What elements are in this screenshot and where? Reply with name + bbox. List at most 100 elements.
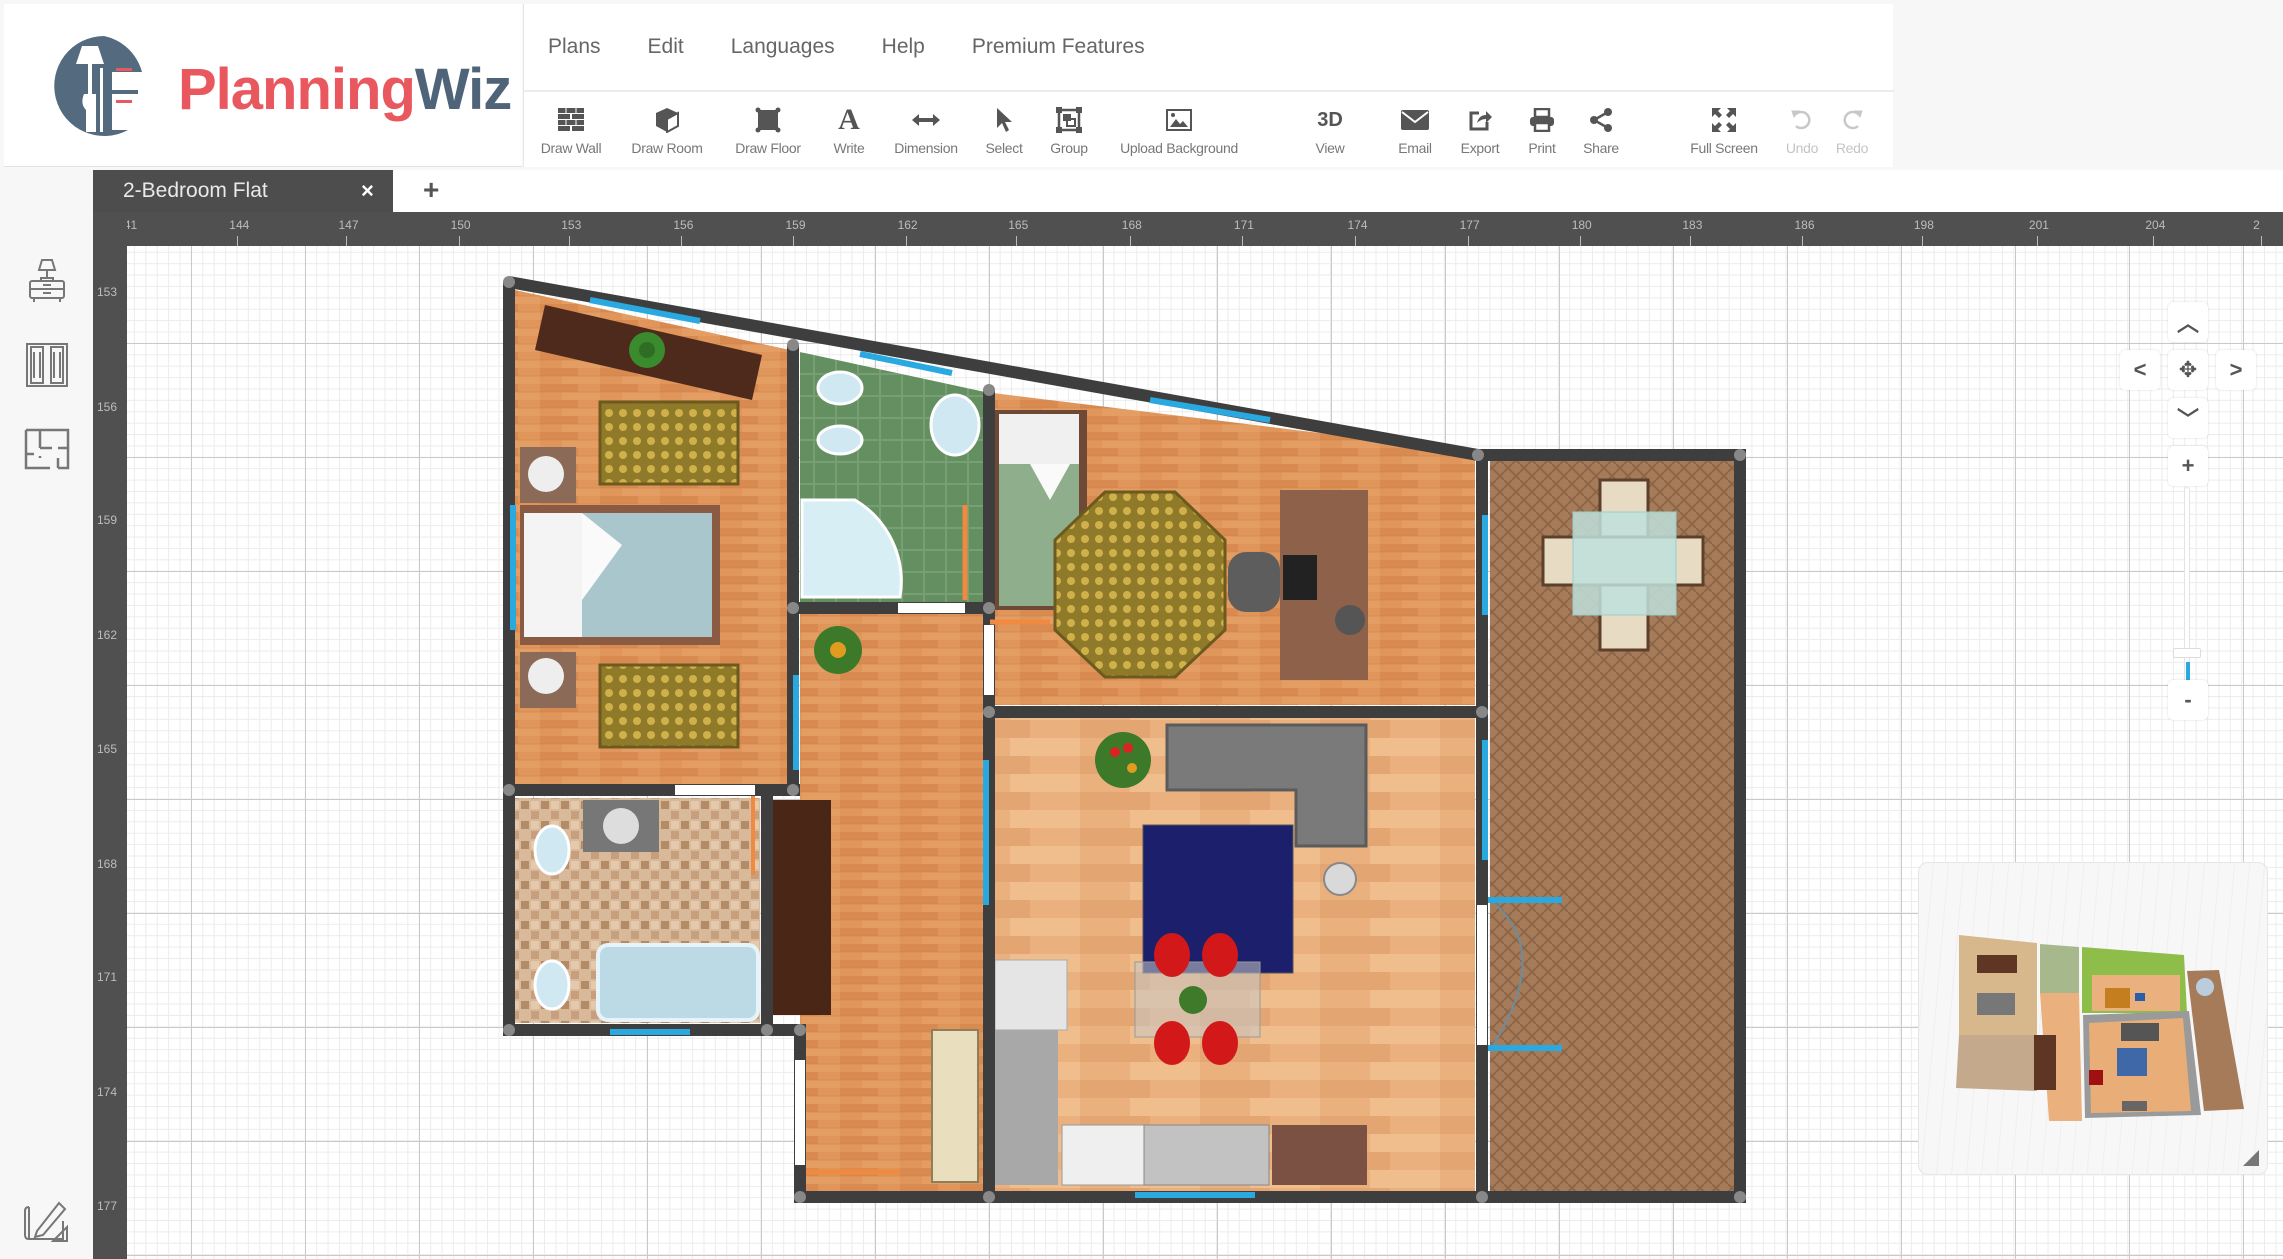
- zoom-in-button[interactable]: +: [2168, 446, 2208, 486]
- brick-wall-icon: [558, 102, 584, 138]
- undo-button[interactable]: Undo: [1780, 94, 1824, 167]
- printer-icon: [1529, 102, 1555, 138]
- ruler-tick: [1129, 236, 1131, 246]
- pan-left-button[interactable]: <: [2120, 350, 2160, 390]
- pan-down-button[interactable]: ﹀: [2168, 398, 2208, 438]
- ruler-tick-label: 186: [1794, 218, 1815, 232]
- sidebar-item-doors-windows[interactable]: [22, 340, 72, 390]
- upload-background-button[interactable]: Upload Background: [1109, 94, 1249, 167]
- logo-area[interactable]: PlanningWiz: [4, 4, 522, 167]
- full-screen-button[interactable]: Full Screen: [1683, 94, 1765, 167]
- sidebar-item-floor-plans[interactable]: [22, 424, 72, 474]
- ruler-tick-label: 153: [561, 218, 582, 232]
- minus-icon: -: [2184, 687, 2192, 712]
- fullscreen-icon: [1712, 102, 1736, 138]
- resize-handle-icon[interactable]: [2243, 1150, 2259, 1166]
- email-button[interactable]: Email: [1390, 94, 1440, 167]
- ruler-tick: [1241, 236, 1243, 246]
- undo-icon: [1790, 102, 1814, 138]
- ruler-tick-label: 177: [1459, 218, 1480, 232]
- ruler-tick-label: 204: [2145, 218, 2166, 232]
- ruler-tick-label: 147: [338, 218, 359, 232]
- chevron-left-icon: <: [2133, 357, 2147, 382]
- 3d-view-button[interactable]: 3D View: [1300, 94, 1360, 167]
- double-arrow-icon: [912, 102, 940, 138]
- pan-center-button[interactable]: ✥: [2168, 350, 2208, 390]
- share-button[interactable]: Share: [1576, 94, 1626, 167]
- ruler-tick-label: 168: [97, 856, 118, 871]
- pan-right-button[interactable]: >: [2216, 350, 2256, 390]
- ruler-tick-label: 156: [97, 399, 118, 414]
- write-label: Write: [833, 140, 865, 156]
- ruler-tick-label: 174: [97, 1085, 118, 1100]
- dimension-label: Dimension: [894, 140, 958, 156]
- zoom-slider-handle[interactable]: [2173, 648, 2201, 659]
- ruler-tick-label: 171: [97, 970, 118, 985]
- ruler-tick: [1921, 236, 1923, 246]
- ruler-tick-label: 156: [673, 218, 694, 232]
- print-button[interactable]: Print: [1520, 94, 1564, 167]
- brand-name-part1: Planning: [178, 57, 416, 122]
- export-button[interactable]: Export: [1452, 94, 1508, 167]
- brand-name-part2: Wiz: [414, 57, 512, 122]
- ruler-tick: [569, 236, 571, 246]
- move-icon: ✥: [2178, 357, 2198, 382]
- draw-floor-button[interactable]: Draw Floor: [728, 94, 808, 167]
- group-icon: [1056, 102, 1082, 138]
- pan-up-button[interactable]: ︿: [2168, 302, 2208, 342]
- export-icon: [1467, 102, 1493, 138]
- ruler-tick-label: 165: [97, 741, 118, 756]
- floor-square-icon: [755, 102, 781, 138]
- write-button[interactable]: A Write: [824, 94, 874, 167]
- ruler-tick: [2036, 236, 2038, 246]
- ruler-tick: [905, 236, 907, 246]
- sidebar-item-plan-tools[interactable]: [22, 1196, 72, 1246]
- upload-background-label: Upload Background: [1120, 140, 1238, 156]
- ruler-tick: [1355, 236, 1357, 246]
- draw-room-button[interactable]: Draw Room: [624, 94, 710, 167]
- draw-floor-label: Draw Floor: [735, 140, 801, 156]
- zoom-out-button[interactable]: -: [2168, 680, 2208, 720]
- tab-2-bedroom-flat[interactable]: 2-Bedroom Flat ×: [93, 170, 393, 212]
- ruler-tick-label: 150: [450, 218, 471, 232]
- redo-button[interactable]: Redo: [1830, 94, 1874, 167]
- vertical-ruler[interactable]: 153 156 159 162 165 168 171 174 177: [93, 212, 127, 1259]
- ruler-tick: [458, 236, 460, 246]
- ruler-tick: [237, 236, 239, 246]
- 3d-preview-image: [1956, 935, 2244, 1121]
- menu-help[interactable]: Help: [882, 35, 925, 59]
- ruler-tick-label: 177: [97, 1199, 118, 1214]
- sidebar-item-furniture[interactable]: [22, 256, 72, 306]
- cube-icon: [654, 102, 680, 138]
- logo-lamp-icon: [54, 36, 142, 136]
- ruler-tick-label: 153: [97, 284, 118, 299]
- 3d-preview-minimap[interactable]: [1918, 862, 2268, 1175]
- ruler-tick: [2261, 236, 2263, 246]
- draw-wall-button[interactable]: Draw Wall: [536, 94, 606, 167]
- menu-plans[interactable]: Plans: [548, 35, 601, 59]
- tab-close-icon[interactable]: ×: [361, 178, 374, 204]
- chevron-down-icon: ﹀: [2176, 407, 2199, 432]
- toolbar: Draw Wall Draw Room Draw Floor A Write D…: [524, 94, 1894, 167]
- menu-languages[interactable]: Languages: [731, 35, 835, 59]
- menu-premium-features[interactable]: Premium Features: [972, 35, 1145, 59]
- menu-edit[interactable]: Edit: [648, 35, 684, 59]
- ruler-tick-label: 201: [2028, 218, 2049, 232]
- cursor-icon: [994, 102, 1014, 138]
- ruler-tick: [1467, 236, 1469, 246]
- redo-label: Redo: [1835, 140, 1869, 156]
- ruler-tick-label: 144: [229, 218, 250, 232]
- dimension-button[interactable]: Dimension: [886, 94, 966, 167]
- horizontal-ruler[interactable]: 141 144 147 150 153 156 159 162 165 168 171 174 177 1…: [93, 212, 2283, 246]
- window-icon: [26, 343, 68, 387]
- ruler-tick: [346, 236, 348, 246]
- print-label: Print: [1528, 140, 1556, 156]
- text-a-icon: A: [838, 103, 860, 136]
- header: Plans Edit Languages Help Premium Featur…: [523, 4, 1894, 167]
- group-button[interactable]: Group: [1042, 94, 1096, 167]
- chevron-up-icon: ︿: [2176, 311, 2199, 336]
- add-tab-icon[interactable]: +: [423, 174, 439, 206]
- select-button[interactable]: Select: [979, 94, 1029, 167]
- chevron-right-icon: >: [2229, 357, 2243, 382]
- ruler-tick: [1579, 236, 1581, 246]
